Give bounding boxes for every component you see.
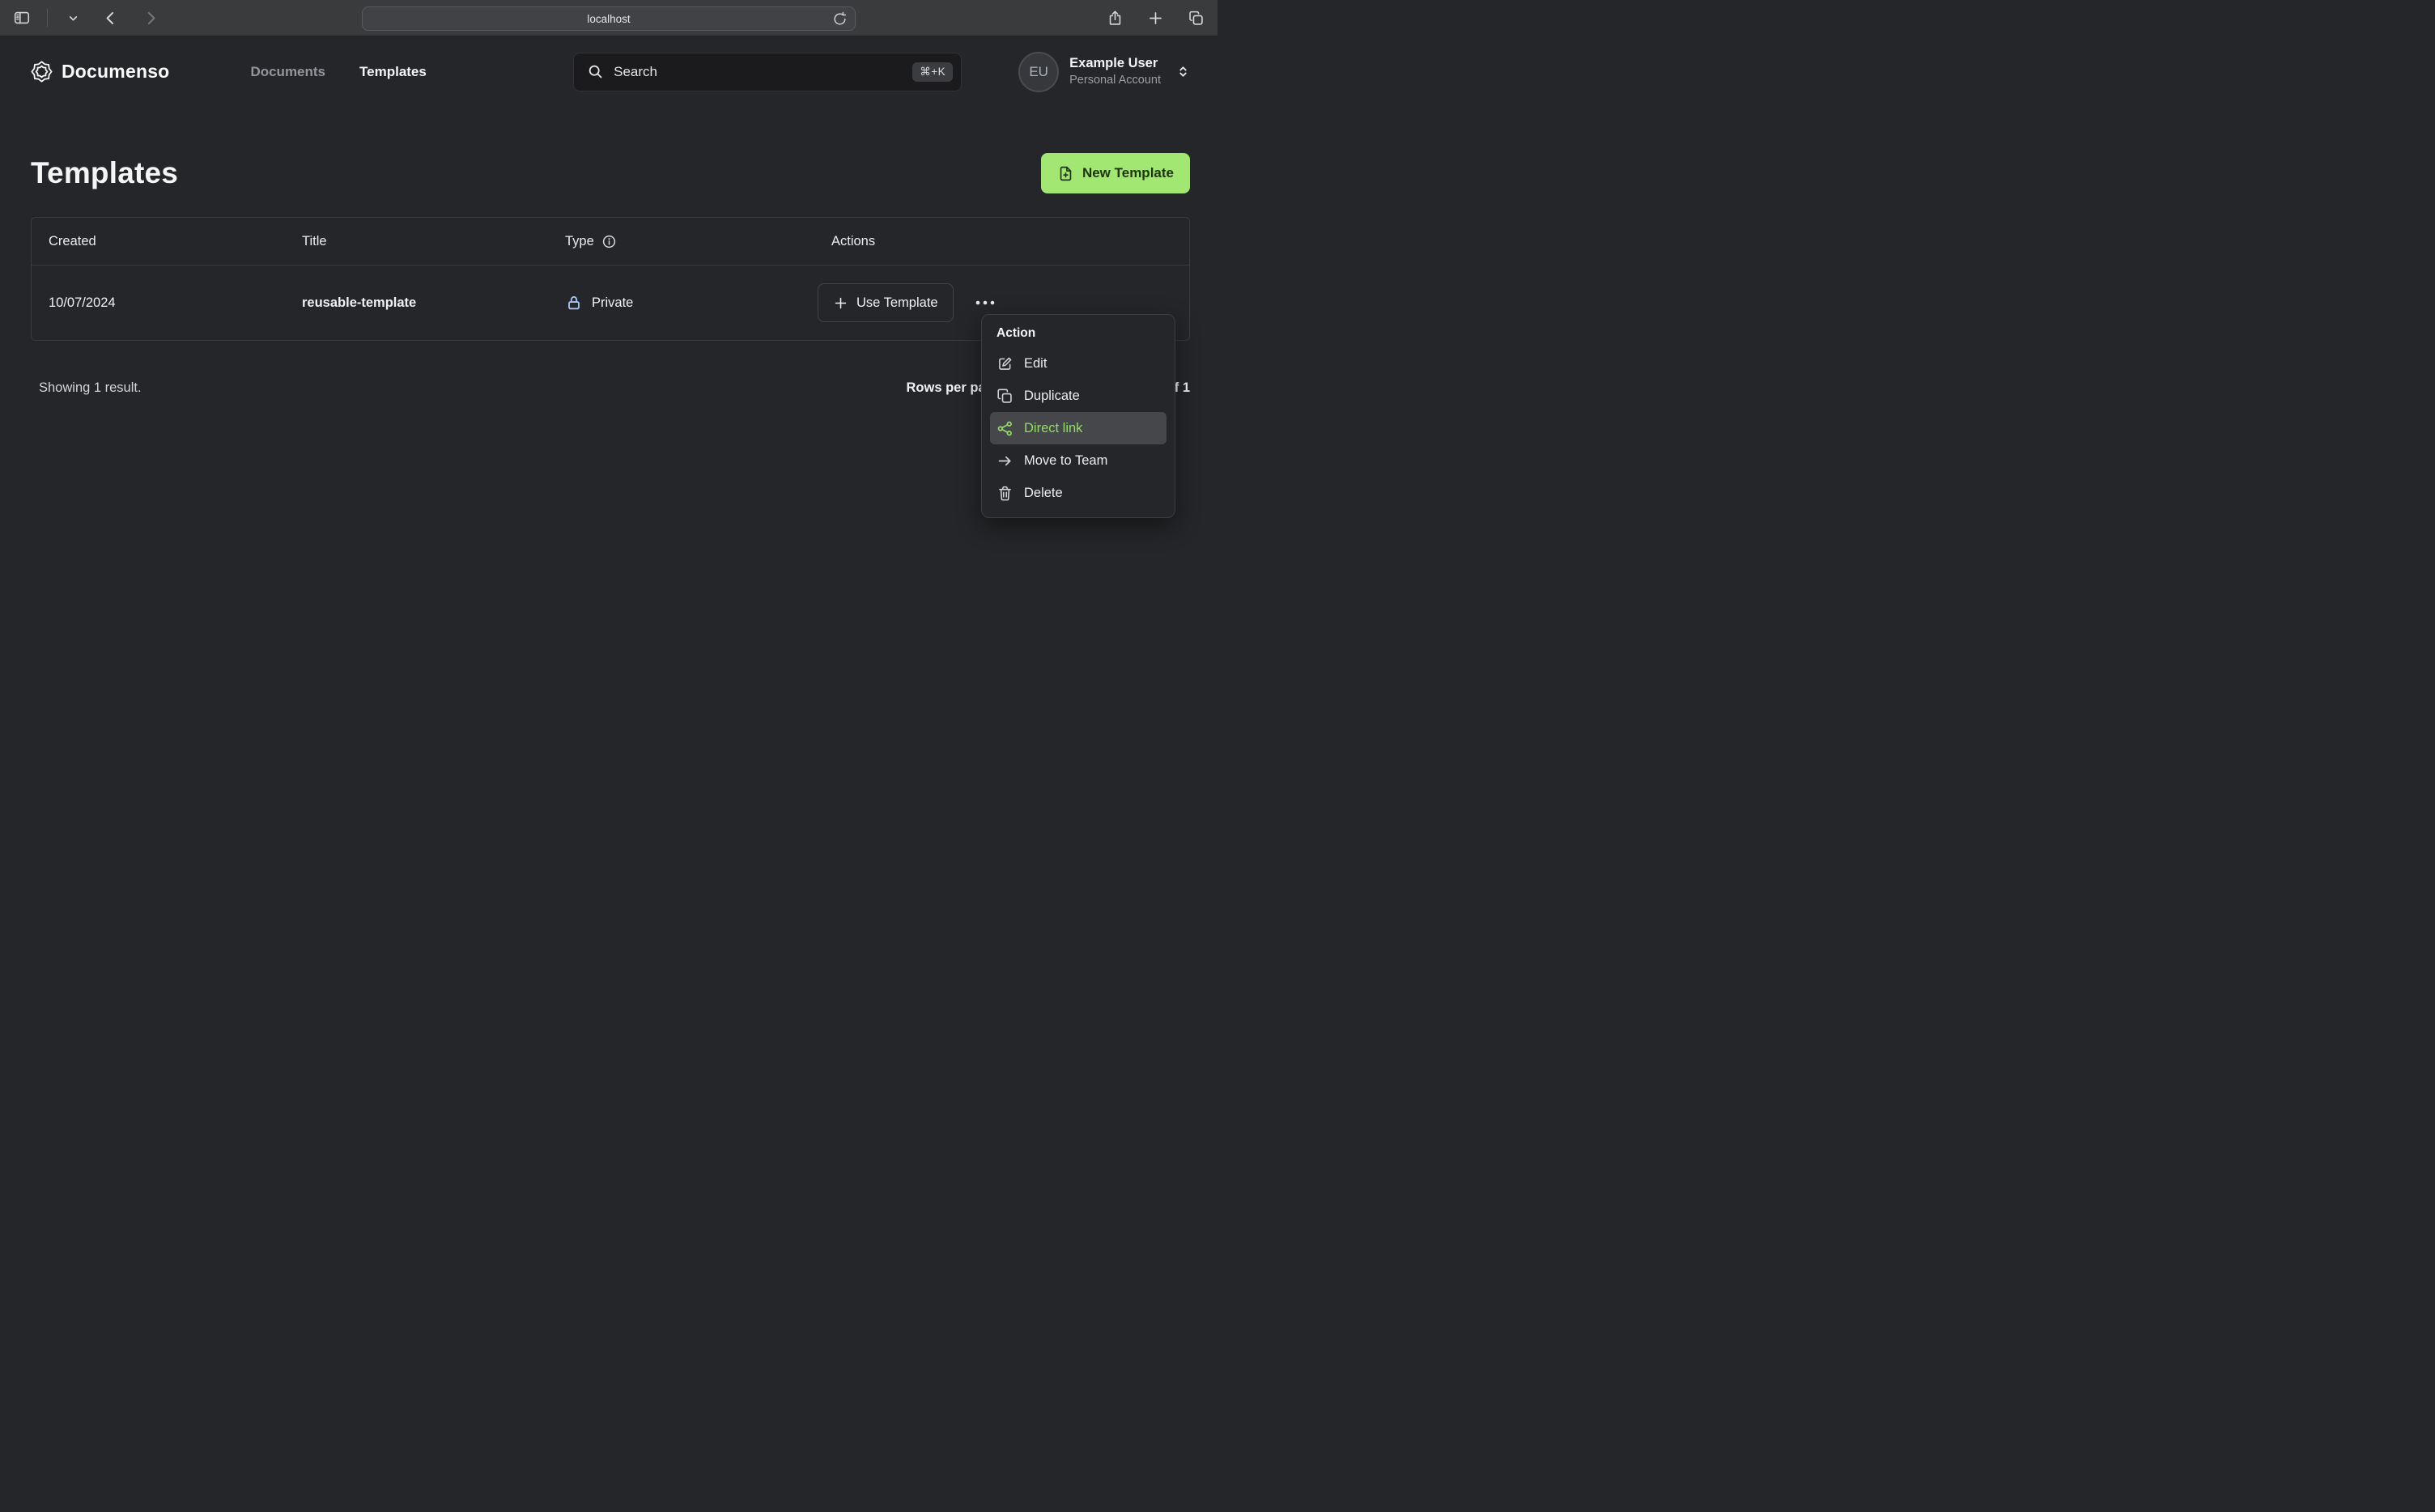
menu-item-duplicate[interactable]: Duplicate (990, 380, 1167, 412)
toolbar-divider (47, 9, 48, 27)
tab-group-chevron-icon[interactable] (62, 7, 83, 28)
ellipsis-icon (975, 300, 994, 305)
chevron-up-down-icon (1176, 65, 1190, 79)
menu-item-delete[interactable]: Delete (990, 477, 1167, 509)
menu-item-label: Move to Team (1024, 452, 1108, 468)
address-bar[interactable]: localhost (362, 6, 856, 31)
row-actions-context-menu: Action Edit Duplicate Direct link Move t… (981, 314, 1175, 518)
search-shortcut-badge: ⌘+K (912, 62, 954, 82)
reload-icon[interactable] (832, 11, 848, 27)
row-actions-menu-button[interactable] (970, 293, 1001, 312)
user-name: Example User (1069, 56, 1158, 71)
results-summary: Showing 1 result. (39, 380, 142, 395)
app-header: Documenso Documents Templates ⌘+K EU Exa… (31, 51, 1190, 92)
brand[interactable]: Documenso (31, 61, 169, 83)
duplicate-icon (997, 388, 1014, 405)
type-label: Private (592, 295, 634, 310)
cell-title[interactable]: reusable-template (285, 295, 548, 311)
use-template-label: Use Template (856, 295, 938, 310)
search-box[interactable]: ⌘+K (573, 52, 963, 91)
menu-item-edit[interactable]: Edit (990, 347, 1167, 380)
user-account-type: Personal Account (1069, 73, 1161, 87)
use-template-button[interactable]: Use Template (818, 283, 954, 322)
search-input[interactable] (614, 63, 903, 80)
brand-name: Documenso (62, 61, 170, 82)
edit-icon (997, 355, 1014, 372)
avatar: EU (1018, 51, 1060, 92)
column-header-type: Type (548, 234, 814, 249)
new-template-button[interactable]: New Template (1040, 153, 1190, 193)
browser-toolbar: localhost (0, 0, 1218, 36)
table-header-row: Created Title Type Actions (32, 218, 1189, 265)
menu-item-label: Duplicate (1024, 388, 1080, 403)
column-header-actions: Actions (831, 233, 876, 248)
menu-item-move-to-team[interactable]: Move to Team (990, 444, 1167, 477)
tab-overview-icon[interactable] (1185, 7, 1206, 28)
new-tab-icon[interactable] (1145, 7, 1166, 28)
search-icon (587, 63, 604, 80)
column-header-title: Title (302, 233, 327, 248)
menu-item-label: Direct link (1024, 420, 1083, 435)
share-icon[interactable] (1104, 7, 1125, 28)
menu-item-label: Delete (1024, 485, 1063, 500)
sidebar-toggle-icon[interactable] (11, 7, 32, 28)
share-nodes-icon (997, 420, 1014, 437)
nav-templates[interactable]: Templates (359, 64, 427, 80)
cell-created: 10/07/2024 (49, 295, 116, 310)
lock-icon (565, 294, 583, 312)
menu-item-label: Edit (1024, 355, 1048, 371)
trash-icon (997, 485, 1014, 502)
nav-documents[interactable]: Documents (250, 64, 325, 80)
menu-item-direct-link[interactable]: Direct link (990, 412, 1167, 444)
page-title: Templates (31, 156, 179, 189)
forward-button-icon[interactable] (140, 7, 161, 28)
documenso-logo-icon (31, 61, 53, 83)
cell-type: Private (548, 294, 814, 312)
file-plus-icon (1057, 165, 1074, 182)
address-bar-url: localhost (587, 12, 631, 25)
menu-title: Action (997, 326, 1036, 340)
new-template-label: New Template (1082, 165, 1174, 181)
primary-nav: Documents Templates (250, 64, 426, 80)
back-button-icon[interactable] (100, 7, 121, 28)
arrow-right-icon (997, 452, 1014, 469)
column-header-created: Created (49, 233, 96, 248)
account-menu-trigger[interactable]: EU Example User Personal Account (1018, 51, 1190, 92)
info-icon[interactable] (601, 234, 617, 249)
plus-icon (833, 295, 848, 311)
